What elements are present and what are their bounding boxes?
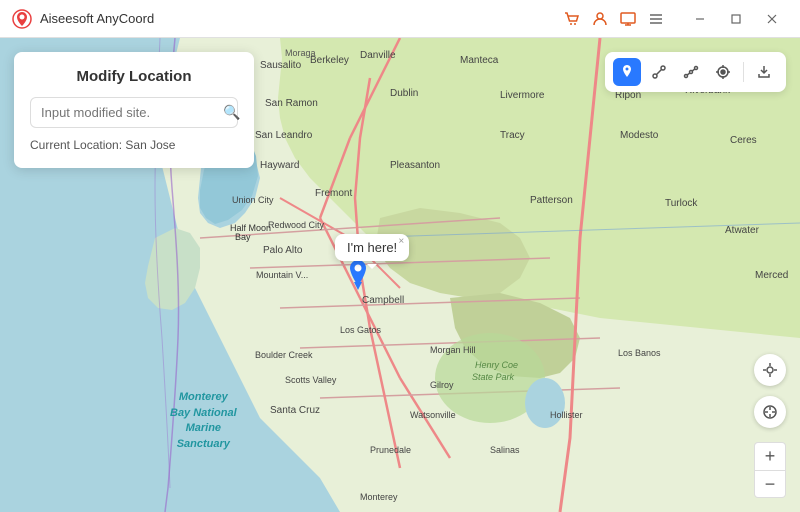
toolbar-divider	[743, 62, 744, 82]
bubble-close[interactable]: ×	[398, 237, 404, 247]
svg-text:Henry Coe: Henry Coe	[475, 360, 518, 370]
svg-text:Manteca: Manteca	[460, 55, 499, 66]
svg-text:San Leandro: San Leandro	[255, 130, 313, 141]
svg-text:Los Gatos: Los Gatos	[340, 325, 382, 335]
zoom-in-button[interactable]: +	[754, 442, 786, 470]
search-box[interactable]: 🔍	[30, 97, 238, 128]
titlebar-controls	[564, 3, 788, 35]
svg-text:Sausalito: Sausalito	[260, 60, 302, 71]
svg-text:Dublin: Dublin	[390, 88, 418, 99]
svg-text:Redwood City: Redwood City	[268, 220, 325, 230]
svg-text:Danville: Danville	[360, 50, 396, 61]
bubble-text: I'm here!	[347, 240, 397, 255]
svg-text:Gilroy: Gilroy	[430, 380, 454, 390]
im-here-bubble: × I'm here!	[335, 234, 409, 261]
export-tool[interactable]	[750, 58, 778, 86]
svg-text:Palo Alto: Palo Alto	[263, 245, 303, 256]
svg-text:Morgan Hill: Morgan Hill	[430, 345, 476, 355]
titlebar-icon-group	[564, 11, 664, 27]
joystick-tool[interactable]	[709, 58, 737, 86]
svg-text:Pleasanton: Pleasanton	[390, 160, 440, 171]
titlebar-left: Aiseesoft AnyCoord	[12, 9, 154, 29]
current-location-label: Current Location: San Jose	[30, 138, 238, 152]
svg-text:Bay: Bay	[235, 232, 251, 242]
location-panel: Modify Location 🔍 Current Location: San …	[14, 52, 254, 168]
svg-text:Monterey: Monterey	[360, 492, 398, 502]
panel-title: Modify Location	[30, 68, 238, 85]
locate-me-button[interactable]	[754, 354, 786, 386]
compass-button[interactable]	[754, 396, 786, 428]
svg-text:San Ramon: San Ramon	[265, 98, 318, 109]
svg-text:Hayward: Hayward	[260, 160, 299, 171]
user-icon[interactable]	[592, 11, 608, 27]
svg-text:Salinas: Salinas	[490, 445, 520, 455]
map-right-controls: + −	[754, 354, 786, 498]
monitor-icon[interactable]	[620, 11, 636, 27]
svg-text:Scotts Valley: Scotts Valley	[285, 375, 337, 385]
single-route-tool[interactable]	[645, 58, 673, 86]
app-logo-icon	[12, 9, 32, 29]
shopping-cart-icon[interactable]	[564, 11, 580, 27]
svg-text:Livermore: Livermore	[500, 90, 545, 101]
menu-icon[interactable]	[648, 11, 664, 27]
svg-text:Hollister: Hollister	[550, 410, 583, 420]
minimize-button[interactable]	[684, 3, 716, 35]
location-pin-tool[interactable]	[613, 58, 641, 86]
svg-text:Ceres: Ceres	[730, 135, 757, 146]
svg-text:Campbell: Campbell	[362, 295, 404, 306]
zoom-out-button[interactable]: −	[754, 470, 786, 498]
svg-text:Patterson: Patterson	[530, 195, 573, 206]
svg-text:State Park: State Park	[472, 372, 515, 382]
svg-text:Union City: Union City	[232, 195, 274, 205]
svg-text:Berkeley: Berkeley	[310, 55, 349, 66]
svg-text:Turlock: Turlock	[665, 198, 698, 209]
close-button[interactable]	[756, 3, 788, 35]
search-input[interactable]	[41, 105, 217, 120]
map-container[interactable]: Sausalito Berkeley Moraga Danville Mante…	[0, 38, 800, 512]
svg-text:Atwater: Atwater	[725, 225, 760, 236]
svg-text:Merced: Merced	[755, 270, 788, 281]
svg-text:Boulder Creek: Boulder Creek	[255, 350, 313, 360]
multi-route-tool[interactable]	[677, 58, 705, 86]
app-title: Aiseesoft AnyCoord	[40, 11, 154, 26]
svg-text:Watsonville: Watsonville	[410, 410, 456, 420]
svg-text:Modesto: Modesto	[620, 130, 659, 141]
search-icon[interactable]: 🔍	[223, 104, 240, 121]
svg-text:Mountain V...: Mountain V...	[256, 270, 308, 280]
svg-text:Tracy: Tracy	[500, 130, 525, 141]
svg-text:Los Banos: Los Banos	[618, 348, 661, 358]
map-toolbar	[605, 52, 786, 92]
svg-text:Prunedale: Prunedale	[370, 445, 411, 455]
svg-text:Moraga: Moraga	[285, 48, 316, 58]
titlebar: Aiseesoft AnyCoord	[0, 0, 800, 38]
zoom-controls: + −	[754, 442, 786, 498]
maximize-button[interactable]	[720, 3, 752, 35]
svg-text:Fremont: Fremont	[315, 188, 352, 199]
svg-text:Santa Cruz: Santa Cruz	[270, 405, 320, 416]
watermark: MontereyBay NationalMarineSanctuary	[170, 390, 237, 452]
